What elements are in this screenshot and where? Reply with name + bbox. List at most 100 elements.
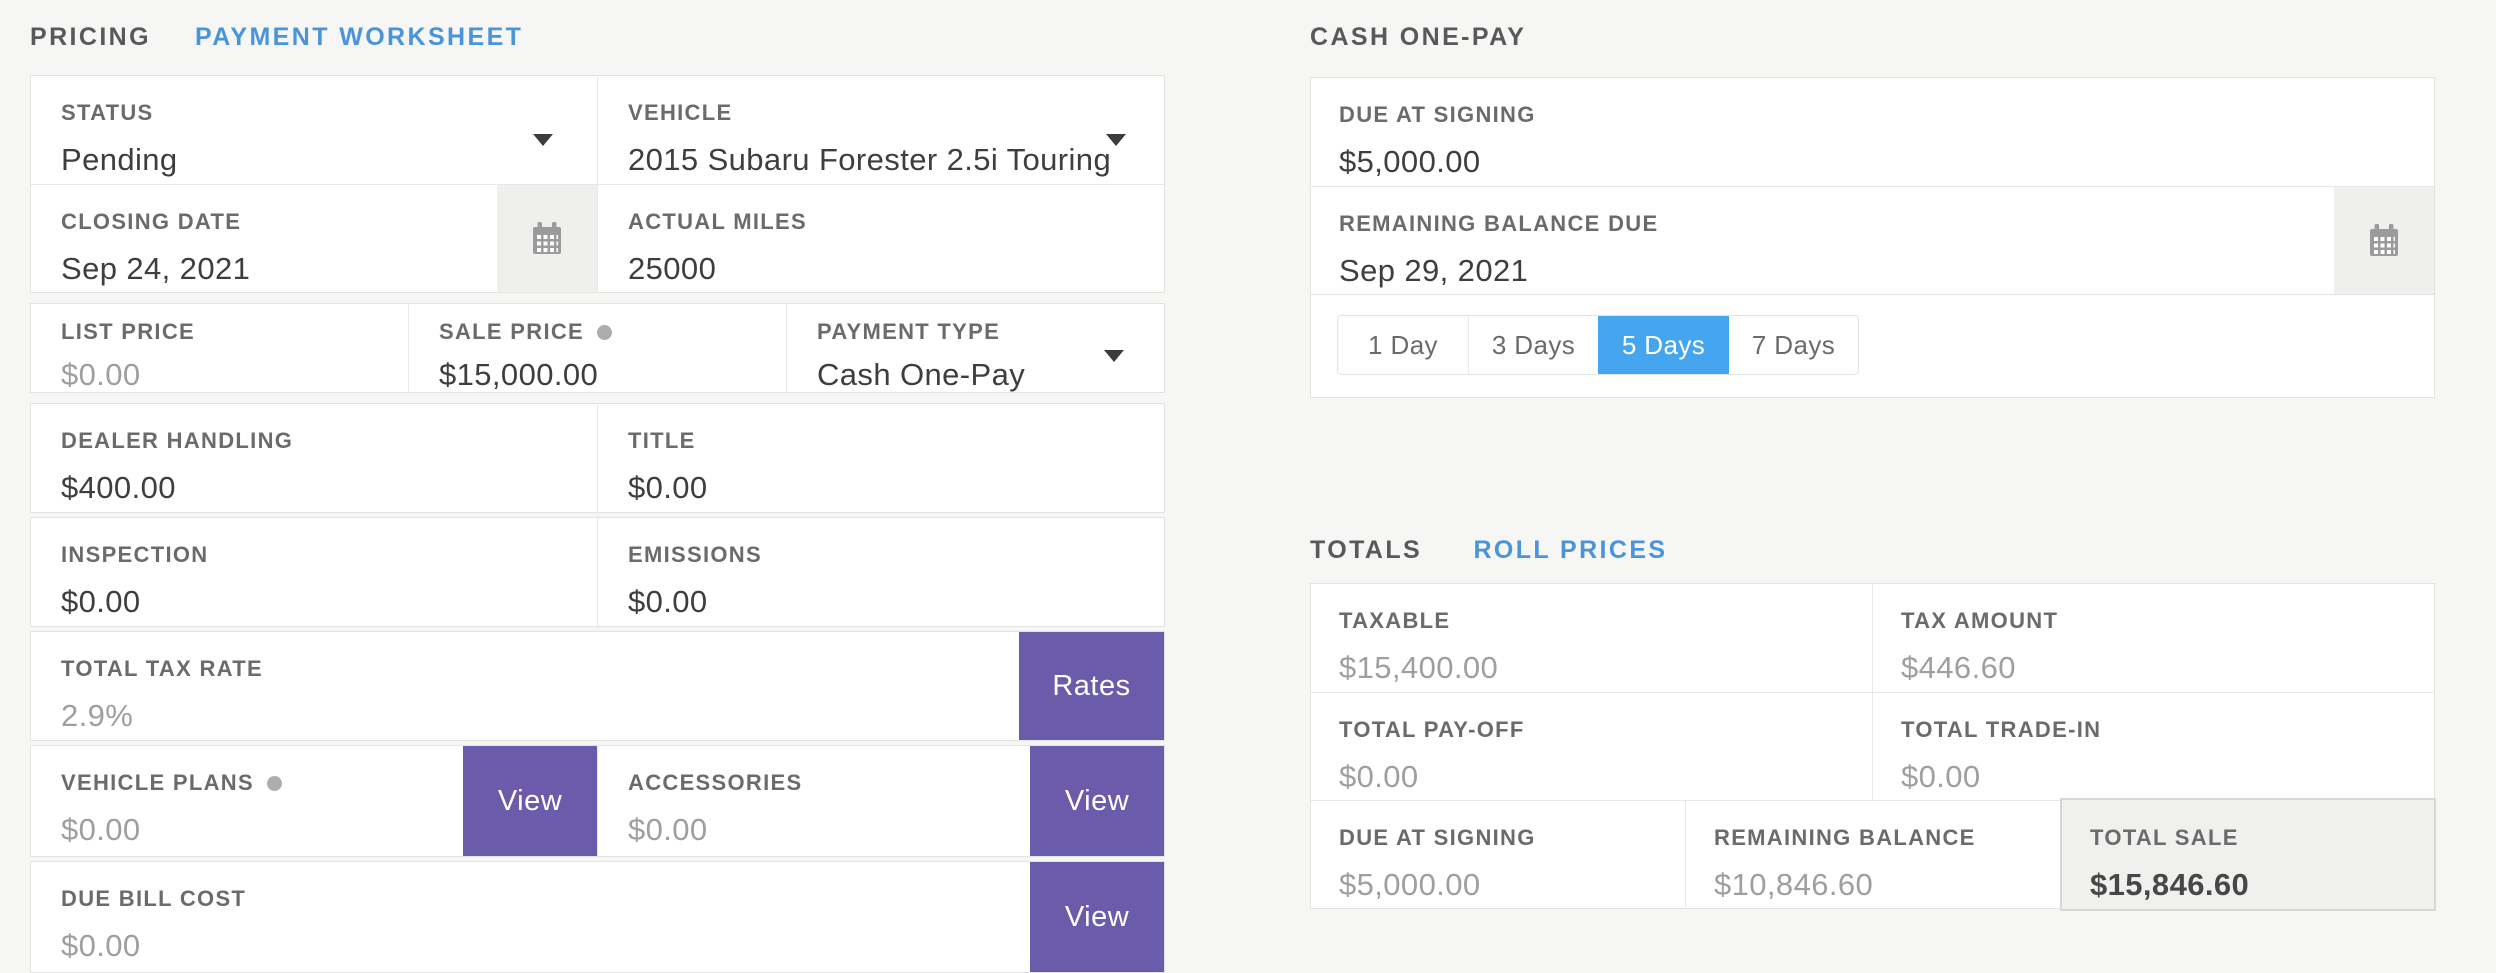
taxable-value: $15,400.00	[1339, 650, 1842, 686]
emissions-field[interactable]: EMISSIONS $0.00	[597, 518, 1164, 626]
deal-worksheet-page: PRICING PAYMENT WORKSHEET STATUS Pending…	[0, 0, 2496, 954]
vehicle-status-card: STATUS Pending VEHICLE 2015 Subaru Fores…	[30, 75, 1165, 293]
chevron-down-icon	[1104, 350, 1124, 362]
remaining-balance-due-value: Sep 29, 2021	[1339, 253, 2404, 289]
day-option-5-days[interactable]: 5 Days	[1598, 316, 1728, 374]
due-bill-card: DUE BILL COST $0.00 View	[30, 861, 1165, 973]
day-option-3-days[interactable]: 3 Days	[1468, 316, 1598, 374]
day-option-1-day[interactable]: 1 Day	[1338, 316, 1468, 374]
dealer-handling-field[interactable]: DEALER HANDLING $400.00	[31, 404, 597, 512]
payment-type-value: Cash One-Pay	[817, 357, 1134, 393]
cash-one-pay-title: CASH ONE-PAY	[1310, 25, 2435, 50]
price-card: LIST PRICE $0.00 SALE PRICE $15,000.00 P…	[30, 303, 1165, 393]
total-tax-rate-field: TOTAL TAX RATE 2.9%	[31, 632, 1164, 740]
remaining-balance-due-label: REMAINING BALANCE DUE	[1339, 212, 2404, 236]
tax-amount-value: $446.60	[1901, 650, 2404, 686]
fees-card-1: DEALER HANDLING $400.00 TITLE $0.00	[30, 403, 1165, 513]
taxable-field: TAXABLE $15,400.00	[1311, 584, 1872, 692]
sale-price-field[interactable]: SALE PRICE $15,000.00	[408, 304, 786, 392]
due-bill-cost-value: $0.00	[61, 928, 1134, 964]
totals-title: TOTALS	[1310, 536, 1422, 564]
tax-rate-card: TOTAL TAX RATE 2.9% Rates	[30, 631, 1165, 741]
dealer-handling-label: DEALER HANDLING	[61, 429, 567, 453]
total-pay-off-field: TOTAL PAY-OFF $0.00	[1311, 693, 1872, 800]
fees-card-2: INSPECTION $0.00 EMISSIONS $0.00	[30, 517, 1165, 627]
vehicle-field[interactable]: VEHICLE 2015 Subaru Forester 2.5i Tourin…	[597, 76, 1164, 184]
totals-header: TOTALS ROLL PRICES	[1310, 538, 2435, 563]
due-bill-view-button[interactable]: View	[1030, 862, 1164, 972]
rates-button[interactable]: Rates	[1019, 632, 1164, 740]
remaining-balance-due-field[interactable]: REMAINING BALANCE DUE Sep 29, 2021	[1311, 187, 2434, 294]
sale-price-label-text: SALE PRICE	[439, 320, 584, 344]
total-sale-value: $15,846.60	[2090, 867, 2406, 903]
day-option-7-days[interactable]: 7 Days	[1728, 316, 1858, 374]
list-price-value: $0.00	[61, 357, 378, 393]
balance-due-day-selector: 1 Day 3 Days 5 Days 7 Days	[1337, 315, 1859, 375]
due-at-signing-field[interactable]: DUE AT SIGNING $5,000.00	[1311, 78, 2434, 186]
vehicle-plans-view-button[interactable]: View	[463, 746, 597, 856]
due-at-signing-label: DUE AT SIGNING	[1339, 103, 2404, 127]
due-bill-cost-label: DUE BILL COST	[61, 887, 1134, 911]
signing-card: DUE AT SIGNING $5,000.00 REMAINING BALAN…	[1310, 77, 2435, 295]
title-fee-field[interactable]: TITLE $0.00	[597, 404, 1164, 512]
tab-payment-worksheet[interactable]: PAYMENT WORKSHEET	[195, 25, 523, 50]
closing-date-label: CLOSING DATE	[61, 210, 567, 234]
due-at-signing-value: $5,000.00	[1339, 144, 2404, 180]
accessories-view-button[interactable]: View	[1030, 746, 1164, 856]
vehicle-plans-field: VEHICLE PLANS $0.00 View	[31, 746, 597, 856]
tax-amount-field: TAX AMOUNT $446.60	[1872, 584, 2434, 692]
totals-due-at-signing-label: DUE AT SIGNING	[1339, 826, 1655, 850]
title-fee-label: TITLE	[628, 429, 1134, 453]
sale-price-value: $15,000.00	[439, 357, 756, 393]
roll-prices-link[interactable]: ROLL PRICES	[1473, 536, 1667, 564]
sale-price-label: SALE PRICE	[439, 320, 756, 344]
closing-date-calendar-button[interactable]	[497, 185, 597, 292]
plans-accessories-card: VEHICLE PLANS $0.00 View ACCESSORIES $0.…	[30, 745, 1165, 857]
balance-due-calendar-button[interactable]	[2334, 187, 2434, 294]
emissions-label: EMISSIONS	[628, 543, 1134, 567]
day-selector-card: 1 Day 3 Days 5 Days 7 Days	[1310, 294, 2435, 398]
tax-amount-label: TAX AMOUNT	[1901, 609, 2404, 633]
info-dot-icon	[597, 325, 612, 340]
accessories-field: ACCESSORIES $0.00 View	[597, 746, 1164, 856]
remaining-balance-label: REMAINING BALANCE	[1714, 826, 2030, 850]
actual-miles-value: 25000	[628, 251, 1134, 287]
inspection-label: INSPECTION	[61, 543, 567, 567]
dealer-handling-value: $400.00	[61, 470, 567, 506]
chevron-down-icon	[533, 134, 553, 146]
total-sale-label: TOTAL SALE	[2090, 826, 2406, 850]
cash-one-pay-panel: CASH ONE-PAY DUE AT SIGNING $5,000.00 RE…	[1310, 25, 2435, 909]
remaining-balance-value: $10,846.60	[1714, 867, 2030, 903]
remaining-balance-field: REMAINING BALANCE $10,846.60	[1685, 801, 2060, 908]
payment-type-label: PAYMENT TYPE	[817, 320, 1134, 344]
chevron-down-icon	[1106, 134, 1126, 146]
actual-miles-label: ACTUAL MILES	[628, 210, 1134, 234]
emissions-value: $0.00	[628, 584, 1134, 620]
payment-type-field[interactable]: PAYMENT TYPE Cash One-Pay	[786, 304, 1164, 392]
total-pay-off-label: TOTAL PAY-OFF	[1339, 718, 1842, 742]
calendar-icon	[532, 222, 562, 255]
list-price-field[interactable]: LIST PRICE $0.00	[31, 304, 408, 392]
inspection-field[interactable]: INSPECTION $0.00	[31, 518, 597, 626]
tab-pricing[interactable]: PRICING	[30, 25, 151, 50]
total-pay-off-value: $0.00	[1339, 759, 1842, 795]
closing-date-value: Sep 24, 2021	[61, 251, 567, 287]
vehicle-value: 2015 Subaru Forester 2.5i Touring	[628, 142, 1134, 178]
total-tax-rate-value: 2.9%	[61, 698, 1134, 734]
calendar-icon	[2369, 224, 2399, 257]
totals-due-at-signing-field: DUE AT SIGNING $5,000.00	[1311, 801, 1685, 908]
status-label: STATUS	[61, 101, 567, 125]
actual-miles-field[interactable]: ACTUAL MILES 25000	[597, 185, 1164, 292]
totals-due-at-signing-value: $5,000.00	[1339, 867, 1655, 903]
total-sale-field: TOTAL SALE $15,846.60	[2060, 798, 2436, 911]
closing-date-field[interactable]: CLOSING DATE Sep 24, 2021	[31, 185, 597, 292]
inspection-value: $0.00	[61, 584, 567, 620]
list-price-label: LIST PRICE	[61, 320, 378, 344]
status-field[interactable]: STATUS Pending	[31, 76, 597, 184]
vehicle-label: VEHICLE	[628, 101, 1134, 125]
info-dot-icon	[267, 776, 282, 791]
total-tax-rate-label: TOTAL TAX RATE	[61, 657, 1134, 681]
total-trade-in-field: TOTAL TRADE-IN $0.00	[1872, 693, 2434, 800]
status-value: Pending	[61, 142, 567, 178]
pricing-tabs: PRICING PAYMENT WORKSHEET	[30, 25, 1165, 50]
